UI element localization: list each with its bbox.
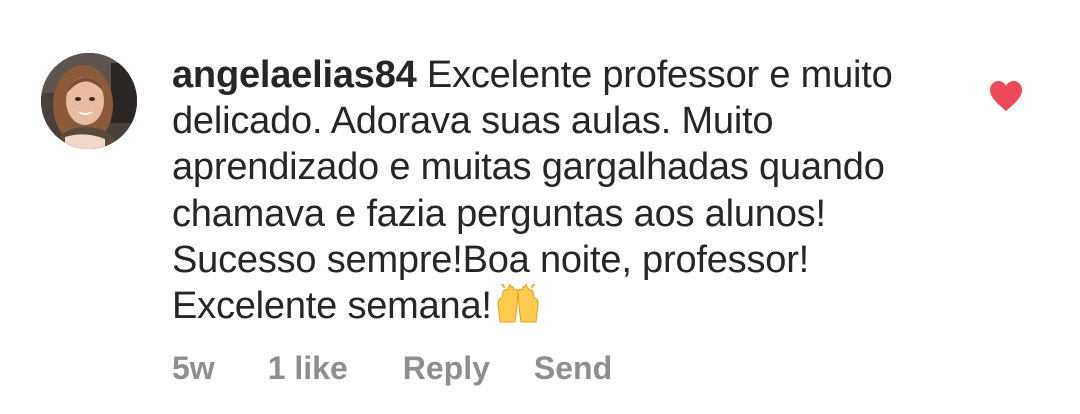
comment-line-3: aprendizado e muitas gargalhadas quando — [172, 146, 885, 189]
comment-body: angelaelias84 Excelente professor e muit… — [172, 52, 962, 335]
timestamp: 5w — [172, 350, 215, 386]
comment-meta: 5w 1 like Reply Send — [172, 350, 612, 387]
comment-line-6: Excelente semana! — [172, 281, 962, 335]
heart-icon[interactable] — [988, 80, 1024, 112]
username-link[interactable]: angelaelias84 — [172, 54, 417, 96]
reply-button[interactable]: Reply — [403, 350, 490, 387]
comment-text-6: Excelente semana! — [172, 285, 492, 328]
comment-line-4: chamava e fazia perguntas aos alunos! — [172, 192, 826, 235]
send-button[interactable]: Send — [534, 350, 612, 387]
comment-line-2: delicado. Adorava suas aulas. Muito — [172, 100, 774, 143]
comment: angelaelias84 Excelente professor e muit… — [0, 0, 1080, 414]
comment-line-1: angelaelias84 Excelente professor e muit… — [172, 52, 962, 98]
avatar-photo — [41, 53, 137, 149]
comment-line-5: Sucesso sempre!Boa noite, professor! — [172, 238, 810, 281]
raising-hands-emoji-icon — [494, 281, 542, 335]
comment-text-1: Excelente professor e muito — [416, 54, 893, 96]
likes-count-button[interactable]: 1 like — [268, 350, 348, 387]
avatar[interactable] — [41, 53, 137, 149]
